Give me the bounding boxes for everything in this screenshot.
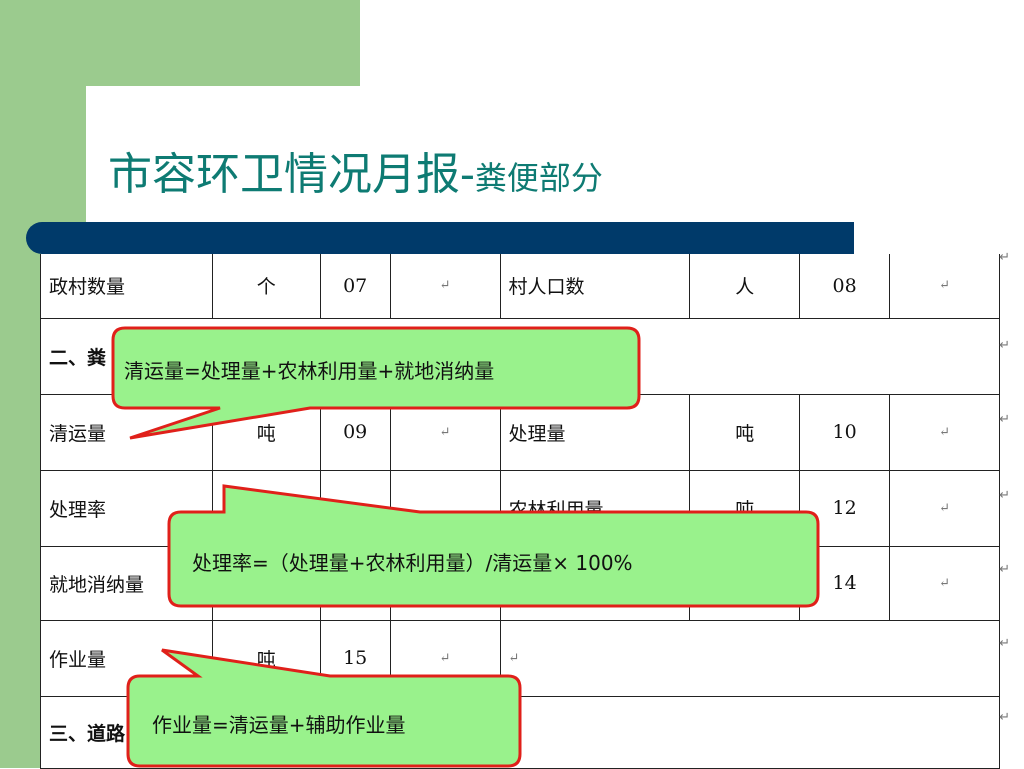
callout-2-bubble bbox=[167, 484, 820, 608]
callout-3-bubble bbox=[126, 648, 522, 768]
callout-2-text: 处理率=（处理量+农林利用量）/清运量× 100% bbox=[192, 551, 633, 575]
callout-shapes bbox=[111, 326, 820, 768]
callout-3-text: 作业量=清运量+辅助作业量 bbox=[152, 713, 406, 737]
callout-1-text: 清运量=处理量+农林利用量+就地消纳量 bbox=[124, 359, 495, 383]
